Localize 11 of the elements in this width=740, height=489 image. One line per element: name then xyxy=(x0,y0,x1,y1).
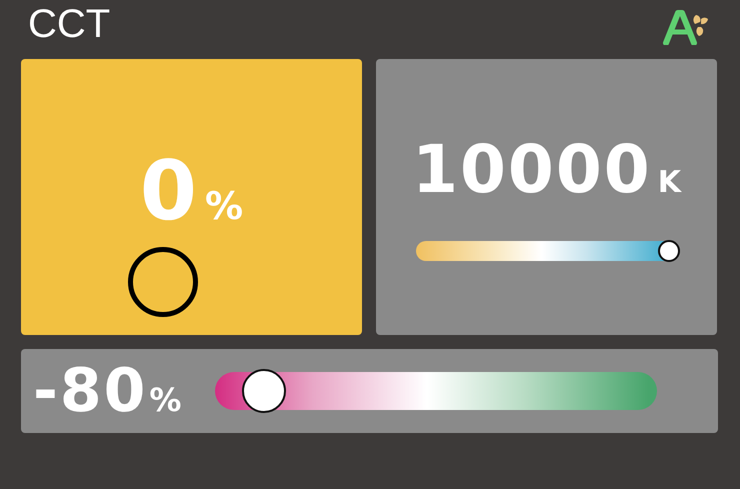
intensity-unit: % xyxy=(204,187,244,225)
mode-title: CCT xyxy=(28,4,110,44)
tint-unit: % xyxy=(149,384,182,416)
cct-value: 10000 xyxy=(412,137,652,203)
cct-unit: K xyxy=(658,168,681,198)
tint-value: -80 xyxy=(33,361,148,421)
slider-thumb[interactable] xyxy=(658,240,680,262)
cct-card[interactable]: 10000 K xyxy=(376,59,717,335)
slider-thumb[interactable] xyxy=(242,369,286,413)
intensity-value: 0 xyxy=(140,151,199,233)
ring-icon xyxy=(128,247,198,317)
